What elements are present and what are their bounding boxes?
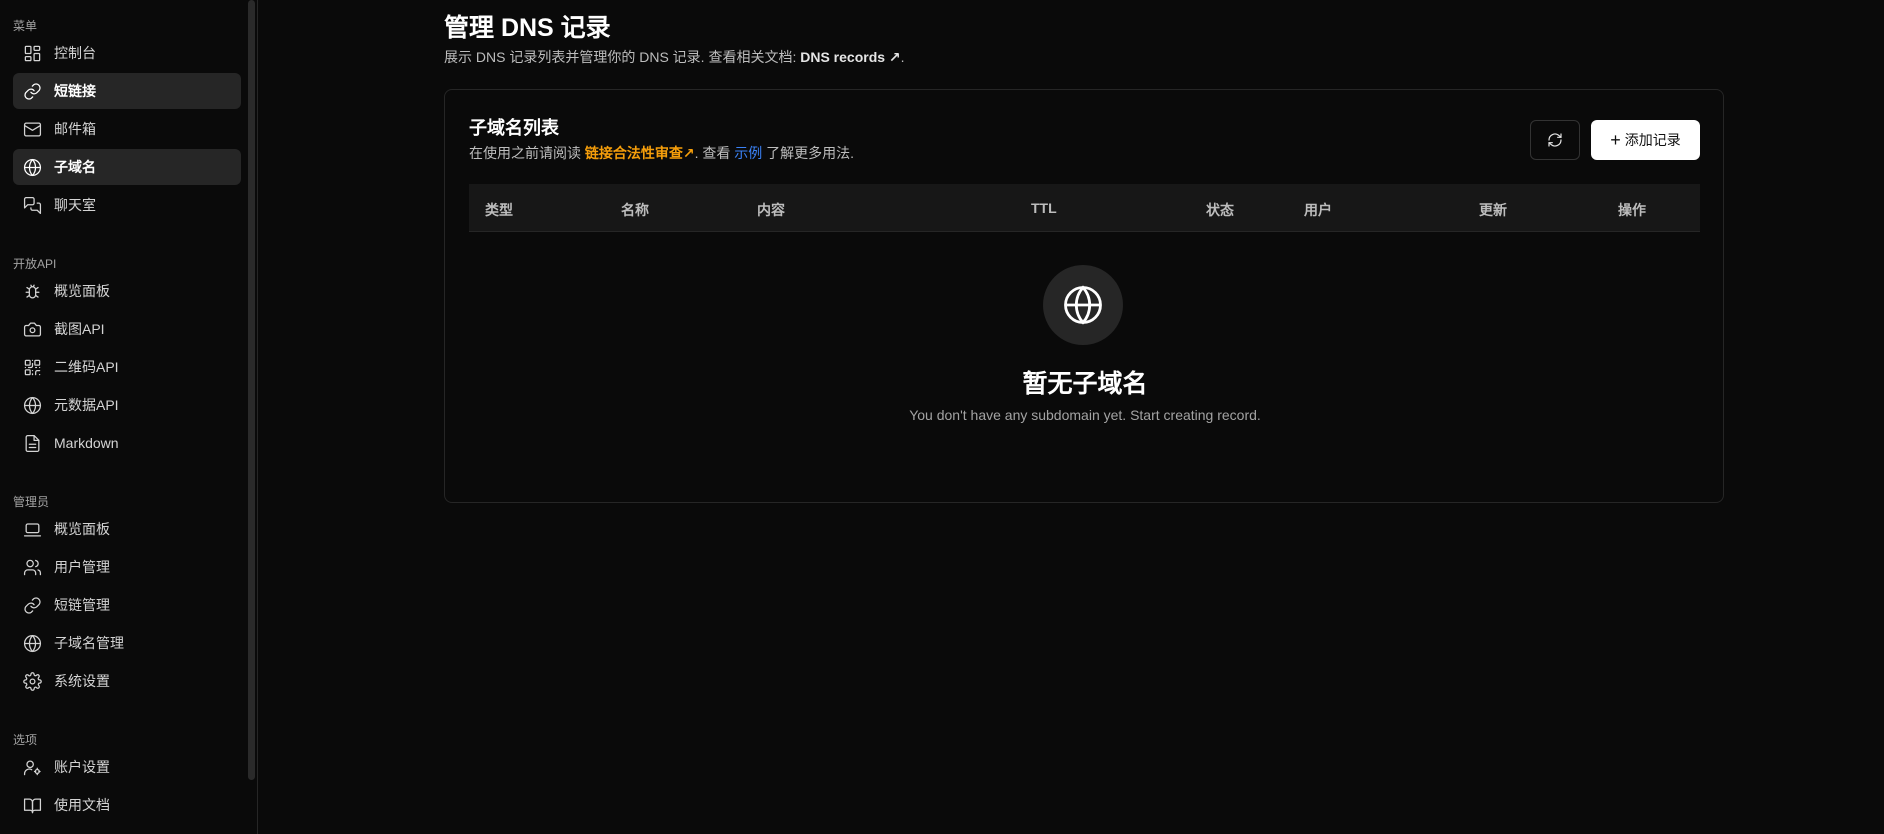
refresh-button[interactable] — [1530, 120, 1580, 160]
card-subtitle: 在使用之前请阅读 链接合法性审查↗. 查看 示例 了解更多用法. — [469, 143, 854, 163]
sidebar-item-label: 系统设置 — [54, 673, 110, 689]
subtitle-mid: . 查看 — [694, 145, 735, 161]
description-text: 展示 DNS 记录列表并管理你的 DNS 记录. 查看相关文档: — [444, 49, 801, 65]
sidebar-item-label: 使用文档 — [54, 797, 110, 813]
sidebar-item-docs[interactable]: 使用文档 — [13, 787, 241, 823]
sidebar-item-system-settings[interactable]: 系统设置 — [13, 663, 241, 699]
example-link[interactable]: 示例 — [734, 145, 762, 161]
description-suffix: . — [900, 49, 905, 65]
sidebar-item-dashboard[interactable]: 控制台 — [13, 35, 241, 71]
sidebar-item-label: 账户设置 — [54, 759, 110, 775]
sidebar-item-label: 截图API — [54, 321, 105, 337]
section-title-menu: 菜单 — [13, 19, 38, 33]
sidebar-item-label: Markdown — [54, 435, 119, 451]
plus-icon: + — [1610, 130, 1621, 150]
camera-icon — [22, 319, 42, 339]
sidebar-item-markdown[interactable]: Markdown — [13, 425, 241, 461]
sidebar-item-label: 子域名管理 — [54, 635, 124, 651]
sidebar-item-chatroom[interactable]: 聊天室 — [13, 187, 241, 223]
link-review-link[interactable]: 链接合法性审查↗ — [585, 145, 695, 161]
section-title-options: 选项 — [13, 733, 38, 747]
sidebar-item-label: 聊天室 — [54, 197, 96, 213]
users-icon — [22, 557, 42, 577]
sidebar-item-label: 元数据API — [54, 397, 119, 413]
column-header-content: 内容 — [757, 202, 785, 218]
add-record-button[interactable]: + 添加记录 — [1591, 120, 1700, 160]
sidebar-item-mailbox[interactable]: 邮件箱 — [13, 111, 241, 147]
sidebar-item-label: 邮件箱 — [54, 121, 96, 137]
column-header-ttl: TTL — [1031, 200, 1057, 216]
column-header-actions: 操作 — [1618, 202, 1646, 218]
sidebar-item-subdomain-management[interactable]: 子域名管理 — [13, 625, 241, 661]
refresh-icon — [1548, 133, 1562, 147]
sidebar-item-label: 二维码API — [54, 359, 119, 375]
book-icon — [22, 795, 42, 815]
page-description: 展示 DNS 记录列表并管理你的 DNS 记录. 查看相关文档: DNS rec… — [444, 47, 905, 67]
dashboard-icon — [22, 43, 42, 63]
column-header-name: 名称 — [621, 202, 649, 218]
empty-state-icon — [1043, 265, 1123, 345]
add-record-label: 添加记录 — [1624, 132, 1681, 148]
sidebar-item-admin-overview[interactable]: 概览面板 — [13, 511, 241, 547]
file-icon — [22, 433, 42, 453]
sidebar-scrollbar[interactable] — [248, 0, 255, 780]
column-header-status: 状态 — [1206, 202, 1234, 218]
sidebar-item-user-management[interactable]: 用户管理 — [13, 549, 241, 585]
section-title-open-api: 开放API — [13, 257, 57, 271]
sidebar-item-label: 概览面板 — [54, 521, 110, 537]
bug-icon — [22, 281, 42, 301]
globe-icon — [1064, 285, 1102, 325]
empty-state-description: You don't have any subdomain yet. Start … — [909, 407, 1261, 423]
link-icon — [22, 81, 42, 101]
sidebar-item-qrcode-api[interactable]: 二维码API — [13, 349, 241, 385]
sidebar-item-label: 短链管理 — [54, 597, 110, 613]
page-title: 管理 DNS 记录 — [444, 14, 611, 42]
dns-records-doc-link[interactable]: DNS records ↗ — [800, 49, 900, 65]
sidebar-item-label: 概览面板 — [54, 283, 110, 299]
laptop-icon — [22, 519, 42, 539]
column-header-type: 类型 — [485, 202, 513, 218]
sidebar-item-metadata-api[interactable]: 元数据API — [13, 387, 241, 423]
chat-icon — [22, 195, 42, 215]
sidebar-item-subdomains[interactable]: 子域名 — [13, 149, 241, 185]
card-title: 子域名列表 — [469, 118, 559, 138]
column-header-updated: 更新 — [1479, 202, 1507, 218]
sidebar-item-link-management[interactable]: 短链管理 — [13, 587, 241, 623]
sidebar-item-label: 用户管理 — [54, 559, 110, 575]
link-icon — [22, 595, 42, 615]
sidebar-item-label: 控制台 — [54, 45, 96, 61]
sidebar-item-label: 短链接 — [54, 83, 96, 99]
sidebar-item-screenshot-api[interactable]: 截图API — [13, 311, 241, 347]
subdomain-list-card: 子域名列表 在使用之前请阅读 链接合法性审查↗. 查看 示例 了解更多用法. +… — [444, 89, 1724, 503]
sidebar-item-account-settings[interactable]: 账户设置 — [13, 749, 241, 785]
mail-icon — [22, 119, 42, 139]
sidebar-item-api-overview[interactable]: 概览面板 — [13, 273, 241, 309]
globe-icon — [22, 157, 42, 177]
sidebar-item-short-links[interactable]: 短链接 — [13, 73, 241, 109]
subtitle-text: 在使用之前请阅读 — [469, 145, 585, 161]
user-gear-icon — [22, 757, 42, 777]
table-header: 类型 名称 内容 TTL 状态 用户 更新 操作 — [469, 184, 1700, 232]
column-header-user: 用户 — [1304, 202, 1332, 218]
section-title-admin: 管理员 — [13, 495, 50, 509]
sidebar: 菜单 控制台 短链接 邮件箱 子域名 聊天室 开放API 概览面板 截图API … — [0, 0, 258, 834]
globe-icon — [22, 395, 42, 415]
globe-icon — [22, 633, 42, 653]
qrcode-icon — [22, 357, 42, 377]
sidebar-item-label: 子域名 — [54, 159, 96, 175]
gear-icon — [22, 671, 42, 691]
empty-state-title: 暂无子域名 — [1022, 370, 1148, 398]
subtitle-suffix: 了解更多用法. — [762, 145, 855, 161]
